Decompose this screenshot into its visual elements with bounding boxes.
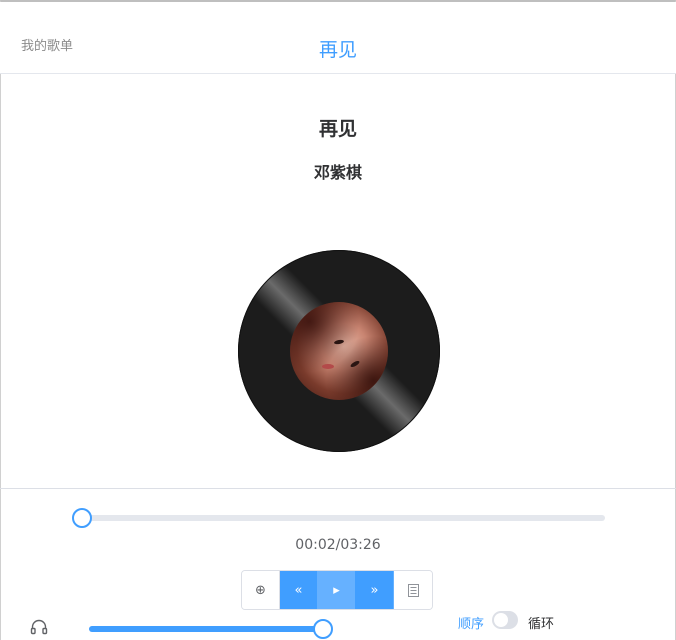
add-to-list-button[interactable]: ⊕ — [242, 571, 280, 609]
song-artist: 邓紫棋 — [313, 163, 362, 182]
headphones-icon[interactable] — [30, 618, 48, 636]
loop-mode-switch[interactable] — [492, 611, 518, 629]
time-display: 00:02/03:26 — [295, 537, 381, 553]
switch-knob — [494, 613, 508, 627]
play-icon: ▸ — [333, 582, 340, 598]
progress-handle[interactable] — [72, 508, 93, 528]
song-title: 再见 — [318, 118, 357, 140]
previous-button[interactable]: « — [280, 571, 318, 609]
volume-handle[interactable] — [313, 619, 333, 639]
cover-hair-shade — [290, 302, 388, 400]
vinyl-record — [238, 250, 440, 452]
next-button[interactable]: » — [356, 571, 394, 609]
play-button[interactable]: ▸ — [318, 571, 356, 609]
header-bar: 我的歌单 再见 — [0, 2, 676, 74]
double-chevron-right-icon: » — [370, 582, 379, 598]
section-divider — [0, 488, 676, 489]
cover-mouth — [322, 364, 334, 369]
loop-mode-label[interactable]: 循环 — [528, 613, 554, 632]
plus-circle-icon: ⊕ — [255, 582, 266, 598]
double-chevron-left-icon: « — [294, 582, 303, 598]
album-cover-photo — [290, 302, 388, 400]
document-list-icon — [407, 583, 419, 597]
volume-fill — [89, 626, 323, 632]
header-song-title: 再见 — [318, 39, 357, 61]
volume-slider[interactable] — [89, 619, 333, 639]
playlist-button[interactable] — [394, 571, 432, 609]
progress-slider[interactable] — [72, 508, 605, 528]
playback-controls: ⊕ « ▸ » — [241, 570, 433, 610]
order-mode-label[interactable]: 顺序 — [458, 613, 484, 632]
